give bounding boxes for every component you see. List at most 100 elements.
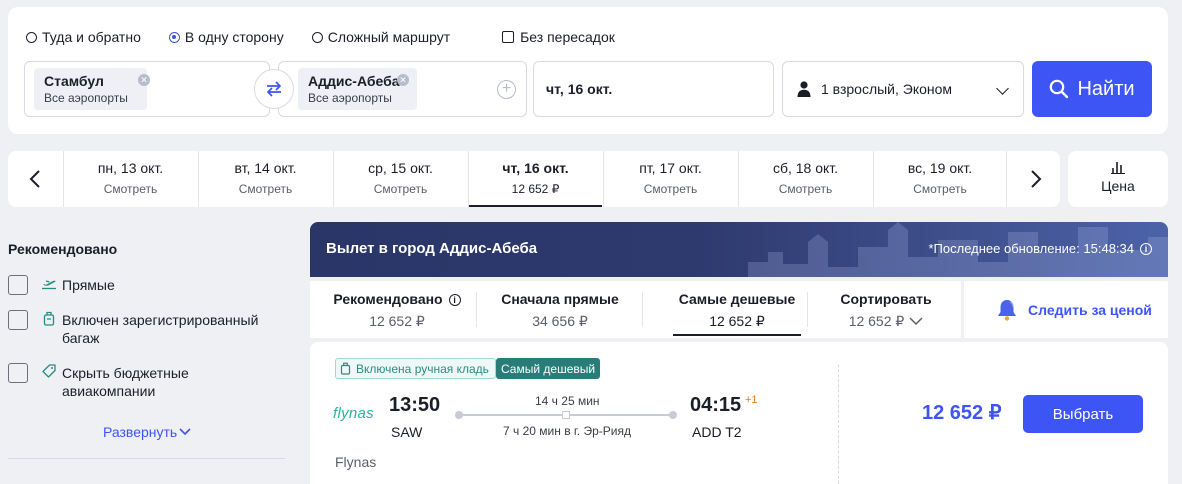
luggage-icon [340,362,351,375]
price-calendar-tab[interactable]: Цена [1068,151,1168,207]
origin-chip[interactable]: Стамбул Все аэропорты ✕ [34,68,150,110]
date-cell[interactable]: пт, 17 окт. Смотреть [603,151,737,207]
expand-label: Развернуть [103,424,178,440]
results-banner: Вылет в город Аддис-Абеба *Последнее обн… [310,222,1168,277]
add-city-icon[interactable]: + [497,80,516,99]
tag-icon [40,363,58,378]
watch-price-label: Следить за ценой [1028,301,1152,318]
date-cell[interactable]: сб, 18 окт. Смотреть [738,151,872,207]
plane-takeoff-icon [40,275,58,290]
cheapest-badge: Самый дешевый [496,358,601,379]
swap-cities-button[interactable] [254,69,294,109]
nonstop-checkbox[interactable]: Без пересадок [502,29,615,45]
date-strip: пн, 13 окт. Смотреть вт, 14 окт. Смотрет… [8,151,1060,207]
trip-type-oneway-label: В одну сторону [184,29,284,45]
sort-title: Сортировать [840,291,932,307]
search-icon [1050,79,1069,99]
sort-price: 12 652 ₽ [848,313,905,329]
chevron-down-icon [996,82,1009,95]
ticket-price: 12 652 ₽ [922,402,1002,424]
sort-bar: Рекомендовано i 12 652 ₽ Сначала прямые 3… [310,281,961,338]
trip-type-multi-label: Сложный маршрут [327,29,451,45]
radio-multi[interactable] [311,31,323,43]
swap-icon [267,81,281,97]
info-icon[interactable]: i [448,293,461,306]
departure-time: 13:50 [389,394,441,416]
date-cell[interactable]: вс, 19 окт. Смотреть [873,151,1007,207]
sort-dropdown[interactable]: Сортировать 12 652 ₽ [816,281,956,338]
flight-duration: 14 ч 25 мин [535,394,600,408]
sort-recommended[interactable]: Рекомендовано i 12 652 ₽ [322,281,472,338]
route-start-dot [455,411,463,419]
destination-chip[interactable]: Аддис-Абеба Все аэропорты ✕ [298,68,417,110]
date-cell[interactable]: ср, 15 окт. Смотреть [333,151,467,207]
filter-nonstop[interactable]: Прямые [8,275,115,295]
date-next-button[interactable] [1022,165,1050,193]
arrival-time: 04:15 [690,394,742,416]
filter-checkbox[interactable] [8,275,28,295]
hand-luggage-text: Включена ручная кладь [356,361,489,376]
radio-oneway[interactable] [168,31,180,43]
destination-city: Аддис-Абеба [308,73,400,89]
filter-checkbox[interactable] [8,363,28,383]
sort-divider [642,292,643,327]
watch-price-button[interactable]: Следить за ценой [964,281,1168,338]
passengers-field[interactable]: 1 взрослый, Эконом [782,61,1024,117]
clear-destination-icon[interactable]: ✕ [397,74,409,86]
trip-type-oneway[interactable]: В одну сторону [168,29,284,45]
date-cell-price: Смотреть [643,182,698,196]
radio-round[interactable] [26,31,37,43]
sort-direct-first[interactable]: Сначала прямые 34 656 ₽ [490,281,630,338]
arrival-airport: ADD T2 [692,424,742,440]
date-field[interactable]: чт, 16 окт. [533,61,774,117]
filter-label: Включен зарегистрированный багаж [62,312,259,346]
filter-budget[interactable]: Скрыть бюджетные авиакомпании [8,363,278,400]
filter-baggage[interactable]: Включен зарегистрированный багаж [8,310,278,347]
sort-title: Сначала прямые [501,291,619,307]
expand-filters-link[interactable]: Развернуть [103,424,191,440]
airline-name: Flynas [335,454,377,470]
date-value: чт, 16 окт. [546,81,613,97]
sort-divider [476,292,477,327]
search-button[interactable]: Найти [1032,61,1152,117]
select-ticket-button[interactable]: Выбрать [1023,395,1143,433]
clear-origin-icon[interactable]: ✕ [138,74,150,86]
bar-chart-icon [1111,162,1125,174]
route-stop-marker [562,411,570,419]
date-cell-date: пт, 17 окт. [639,160,702,176]
date-cell[interactable]: вт, 14 окт. Смотреть [198,151,332,207]
date-cell-price: Смотреть [373,182,428,196]
date-cell-date: вт, 14 окт. [234,160,297,176]
origin-airports: Все аэропорты [44,91,128,105]
sort-title: Самые дешевые [678,291,796,307]
sort-cheapest[interactable]: Самые дешевые 12 652 ₽ [673,281,801,338]
nonstop-checkbox-box[interactable] [502,31,515,43]
date-cell[interactable]: пн, 13 окт. Смотреть [63,151,197,207]
date-cell-date: ср, 15 окт. [368,160,433,176]
trip-type-round-label: Туда и обратно [42,29,141,45]
info-icon[interactable]: i [1140,242,1152,255]
chevron-down-icon [909,317,923,326]
chevron-right-icon [1031,170,1042,188]
sort-title: Рекомендовано [333,291,443,307]
date-cell-selected[interactable]: чт, 16 окт. 12 652 ₽ [468,151,602,207]
sort-price: 12 652 ₽ [709,313,765,329]
date-prev-button[interactable] [21,165,49,193]
arrival-day-offset: +1 [745,394,758,406]
trip-type-group: Туда и обратно В одну сторону Сложный ма… [26,28,615,46]
filters-title: Рекомендовано [8,241,118,257]
date-cell-date: пн, 13 окт. [97,160,164,176]
date-cell-price: Смотреть [913,182,967,196]
search-button-label: Найти [1077,77,1135,100]
destination-field[interactable]: Аддис-Абеба Все аэропорты ✕ [278,61,527,117]
date-cell-price: Смотреть [103,182,158,196]
route-end-dot [669,411,677,419]
origin-field[interactable]: Стамбул Все аэропорты ✕ [24,61,270,117]
hand-luggage-badge: Включена ручная кладь [335,358,496,379]
filter-checkbox[interactable] [8,310,28,330]
trip-type-multi[interactable]: Сложный маршрут [311,29,451,45]
ticket-divider [838,364,839,484]
last-update: *Последнее обновление: 15:48:34 i [928,241,1152,256]
trip-type-round[interactable]: Туда и обратно [26,29,141,45]
date-cell-date: вс, 19 окт. [907,160,973,176]
